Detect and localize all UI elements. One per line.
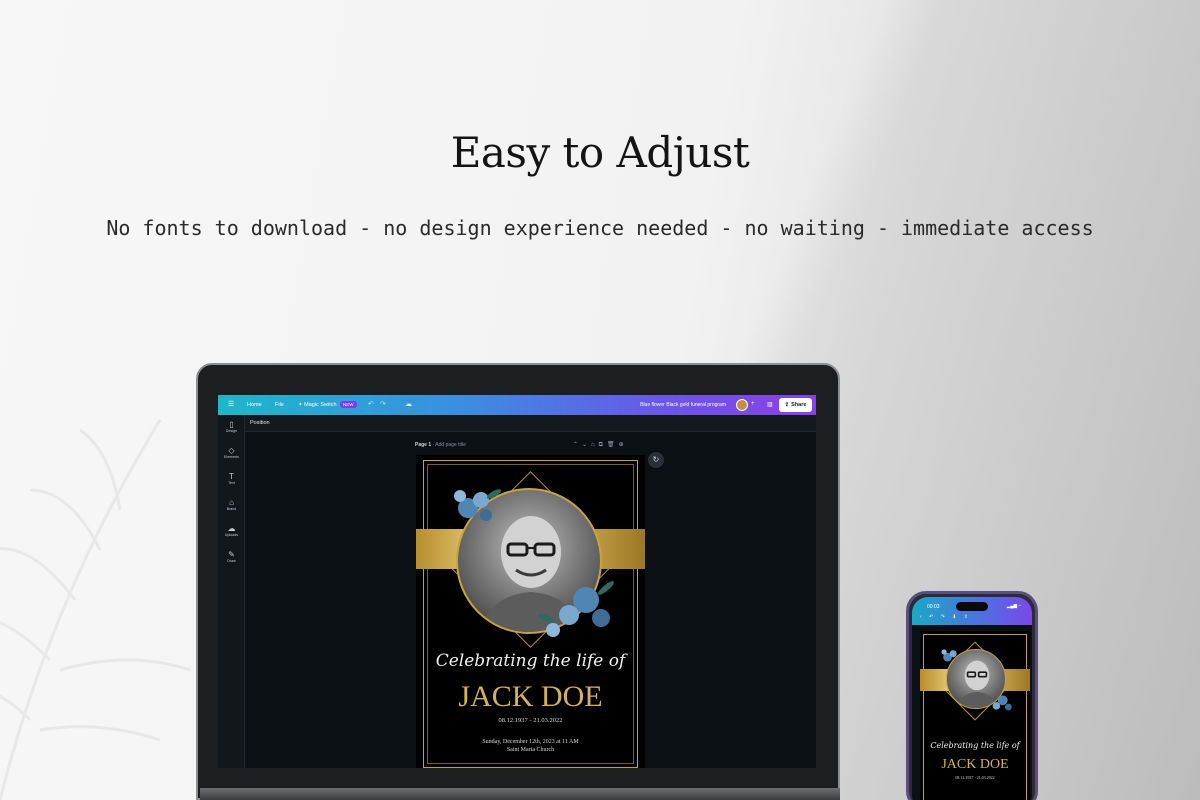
phone-blue-flower-bottom	[992, 695, 1012, 711]
laptop-base	[200, 788, 840, 800]
cloud-sync-icon[interactable]: ☁	[405, 400, 412, 408]
brand-icon: ⌂	[229, 498, 234, 507]
phone-celebrating-script: Celebrating the life of	[930, 741, 1020, 750]
file-menu-button[interactable]: File	[275, 402, 284, 408]
status-icons: ▂▄▆ ◔	[1006, 603, 1021, 608]
plus-icon[interactable]: +	[751, 401, 755, 407]
subline: No fonts to download - no design experie…	[106, 216, 1094, 240]
leaf-shadow-decoration	[0, 419, 191, 800]
phone-toolbar[interactable]: ‹ ↶ ↷ ⬇ ⇪	[920, 614, 971, 620]
dynamic-island	[956, 602, 988, 611]
blue-flower-bottom	[537, 581, 614, 637]
sidebar-item-brand[interactable]: ⌂ Brand	[218, 498, 245, 512]
phone-life-dates: 08.12.1937 - 21.03.2022	[955, 775, 995, 780]
phone-blue-flower-top	[941, 649, 957, 662]
page-toolbar[interactable]: ⌃⌄⌂⧉🗑⊕	[573, 441, 628, 449]
phone-program-page[interactable]: Celebrating the life of JACK DOE 08.12.1…	[920, 631, 1030, 800]
uploads-icon: ☁	[227, 524, 236, 533]
headline: Easy to Adjust	[450, 128, 750, 177]
phone-deceased-name: JACK DOE	[941, 757, 1009, 772]
sidebar-item-label: Draw	[227, 559, 236, 563]
chart-icon[interactable]: ▥	[767, 401, 773, 408]
design-icon: ▯	[229, 420, 234, 429]
sidebar-item-label: Elements	[224, 455, 239, 459]
sidebar-item-elements[interactable]: ◇ Elements	[218, 446, 245, 460]
editor-topbar: ☰ Home File ✦ Magic Switch NEW ↶ ↷ ☁ Blu…	[218, 395, 816, 415]
sidebar-item-label: Design	[225, 429, 238, 433]
sidebar-item-label: Text	[228, 481, 235, 485]
phone-screen: 00:03 ▂▄▆ ◔ ‹ ↶ ↷ ⬇ ⇪ Celebrating the li…	[912, 597, 1032, 800]
service-date[interactable]: Sunday, December 12th, 2023 at 11 AM	[416, 739, 645, 745]
position-button[interactable]: Position	[245, 415, 816, 432]
life-dates[interactable]: 08.12.1937 - 21.03.2022	[416, 717, 645, 724]
phone-topbar: 00:03 ▂▄▆ ◔ ‹ ↶ ↷ ⬇ ⇪	[912, 597, 1032, 625]
new-badge: NEW	[340, 401, 357, 408]
blue-flower-top	[454, 489, 502, 521]
sidebar-item-label: Brand	[226, 507, 237, 511]
magic-switch-button[interactable]: ✦ Magic Switch	[298, 402, 337, 408]
draw-icon: ✎	[228, 550, 235, 559]
sidebar-item-design[interactable]: ▯ Design	[218, 420, 245, 434]
text-icon: T	[229, 472, 234, 481]
sidebar-item-label: Uploads	[224, 533, 239, 537]
refresh-icon[interactable]: ↻	[648, 452, 664, 468]
sidebar-item-draw[interactable]: ✎ Draw	[218, 550, 245, 564]
editor-sidebar: ▯ Design ◇ Elements T Text ⌂ Brand ☁ Upl…	[218, 415, 245, 768]
editor-screen: ☰ Home File ✦ Magic Switch NEW ↶ ↷ ☁ Blu…	[218, 395, 816, 768]
phone-time: 00:03	[927, 604, 940, 610]
program-page[interactable]: Celebrating the life of JACK DOE 08.12.1…	[416, 455, 645, 768]
page-number: Page 1	[415, 442, 432, 448]
sidebar-item-uploads[interactable]: ☁ Uploads	[218, 524, 245, 538]
home-button[interactable]: Home	[247, 402, 262, 408]
share-icon: ⇪	[784, 402, 790, 408]
sidebar-item-text[interactable]: T Text	[218, 472, 245, 486]
service-location[interactable]: Saint Maria Church	[416, 747, 645, 753]
page-title-input[interactable]: Add page title	[435, 442, 466, 448]
elements-icon: ◇	[228, 446, 235, 455]
celebrating-script[interactable]: Celebrating the life of	[416, 651, 645, 671]
share-button[interactable]: ⇪ Share	[779, 398, 812, 412]
redo-icon[interactable]: ↷	[380, 400, 386, 408]
share-label: Share	[791, 402, 807, 408]
page-label: Page 1 · Add page title	[415, 442, 466, 448]
document-title[interactable]: Blue flower Black gold funeral program	[640, 402, 726, 408]
undo-icon[interactable]: ↶	[368, 400, 374, 408]
magic-switch-label: Magic Switch	[304, 402, 337, 408]
menu-icon[interactable]: ☰	[228, 400, 234, 408]
phone-frame: 00:03 ▂▄▆ ◔ ‹ ↶ ↷ ⬇ ⇪ Celebrating the li…	[906, 591, 1038, 800]
deceased-name[interactable]: JACK DOE	[416, 680, 645, 714]
avatar[interactable]	[736, 399, 748, 411]
